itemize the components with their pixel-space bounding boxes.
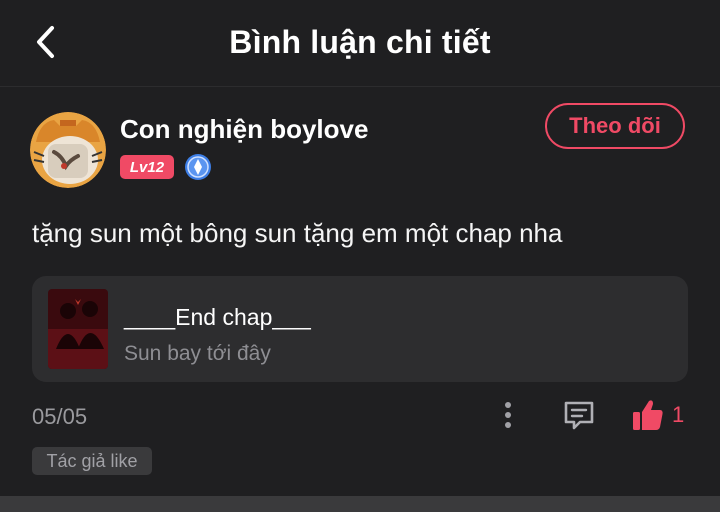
- section-divider: [0, 496, 720, 512]
- page-title: Bình luận chi tiết: [229, 24, 491, 60]
- chapter-thumbnail: [48, 289, 108, 369]
- chapter-link-card[interactable]: ____End chap___ Sun bay tới đây: [32, 276, 688, 382]
- reply-comment-icon[interactable]: [562, 398, 596, 432]
- like-button[interactable]: 1: [632, 396, 692, 434]
- username[interactable]: Con nghiện boylove: [120, 114, 368, 145]
- comment-text: tặng sun một bông sun tặng em một chap n…: [32, 218, 563, 248]
- author-like-tag: Tác giả like: [32, 447, 152, 475]
- like-count: 1: [672, 402, 685, 427]
- avatar[interactable]: [30, 112, 106, 188]
- chapter-subtitle: Sun bay tới đây: [124, 342, 271, 365]
- more-vertical-icon[interactable]: [496, 398, 520, 432]
- level-badge: Lv12: [120, 155, 174, 179]
- follow-button[interactable]: Theo dõi: [545, 103, 685, 149]
- verified-icon: [185, 154, 211, 180]
- avatar-image: [30, 112, 106, 188]
- thumbs-up-icon: [633, 400, 663, 430]
- top-bar: Bình luận chi tiết: [0, 0, 720, 87]
- chapter-title: ____End chap___: [124, 304, 311, 330]
- comment-date: 05/05: [32, 404, 88, 429]
